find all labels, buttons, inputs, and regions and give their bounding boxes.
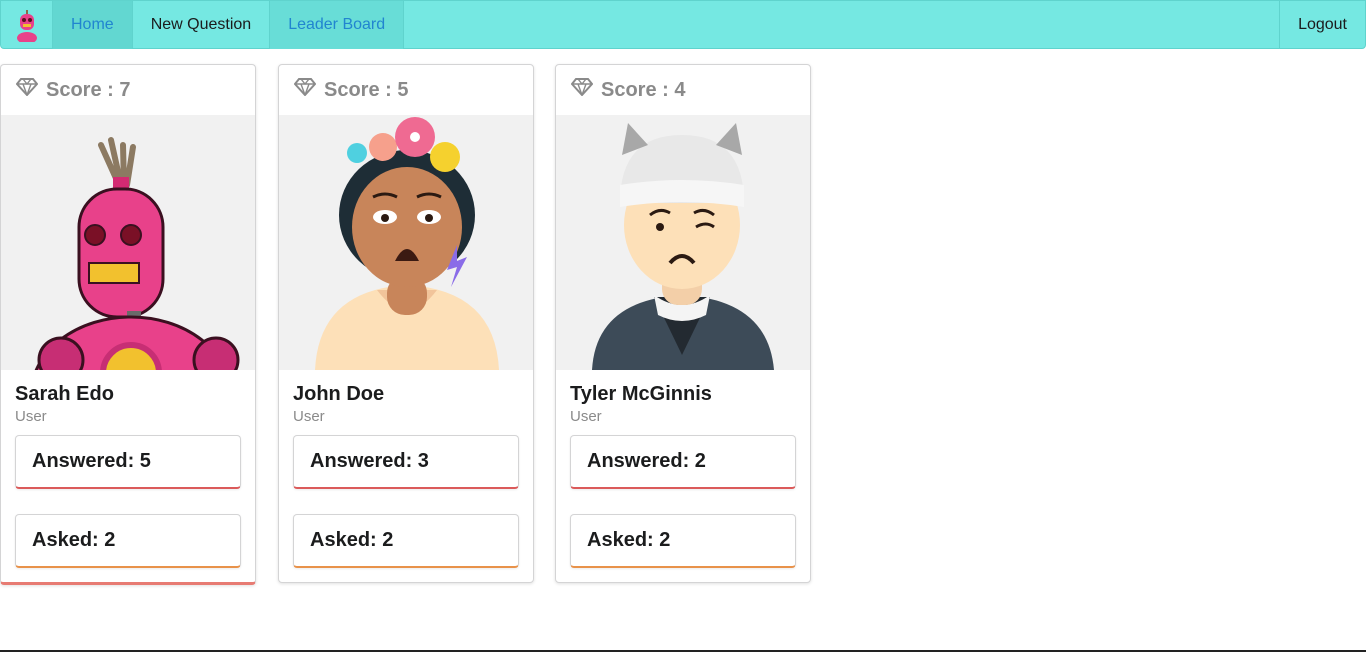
diamond-icon <box>570 78 594 102</box>
pink-robot-avatar <box>1 115 255 370</box>
user-name: Tyler McGinnis <box>570 383 712 405</box>
score-header: Score : 7 <box>1 65 255 115</box>
score-header: Score : 5 <box>279 65 533 115</box>
diamond-icon <box>15 78 39 102</box>
answered-count: Answered: 2 <box>570 435 796 489</box>
nav-logout[interactable]: Logout <box>1279 1 1365 49</box>
nav-home[interactable]: Home <box>53 1 133 49</box>
beanie-avatar <box>556 115 810 370</box>
flower-crown-avatar <box>279 115 533 370</box>
user-name: John Doe <box>293 383 385 405</box>
nav-leader-board[interactable]: Leader Board <box>270 1 405 49</box>
nav-new-question[interactable]: New Question <box>133 1 271 49</box>
score-label: Score : 5 <box>324 78 409 101</box>
user-role: User <box>570 408 602 425</box>
score-label: Score : 4 <box>601 78 686 101</box>
diamond-icon <box>293 78 317 102</box>
user-role: User <box>15 408 47 425</box>
answered-count: Answered: 3 <box>293 435 519 489</box>
user-card: Score : 7 Sarah Edo User Answered: 5 Ask… <box>0 64 256 585</box>
asked-count: Asked: 2 <box>15 514 241 568</box>
user-card: Score : 4 Tyler McGinnis User Answered: … <box>555 64 811 583</box>
user-name: Sarah Edo <box>15 383 114 405</box>
asked-count: Asked: 2 <box>570 514 796 568</box>
user-card: Score : 5 John Doe User Answered: 3 Aske… <box>278 64 534 583</box>
score-label: Score : 7 <box>46 78 131 101</box>
robot-logo-icon[interactable] <box>1 1 53 49</box>
top-navbar: Home New Question Leader Board Logout <box>0 0 1366 49</box>
score-header: Score : 4 <box>556 65 810 115</box>
user-role: User <box>293 408 325 425</box>
asked-count: Asked: 2 <box>293 514 519 568</box>
answered-count: Answered: 5 <box>15 435 241 489</box>
